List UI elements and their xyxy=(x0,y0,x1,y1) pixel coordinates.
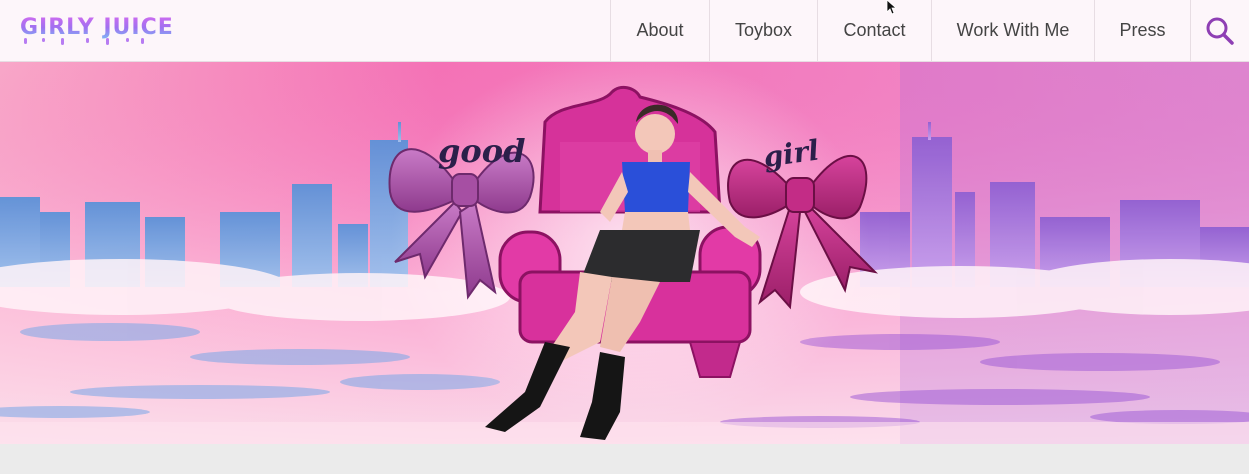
search-icon xyxy=(1206,17,1234,45)
page-background-strip xyxy=(0,444,1249,474)
bow-left-text: good xyxy=(438,132,525,170)
logo-drip-decoration xyxy=(24,38,144,45)
nav-work-with-me[interactable]: Work With Me xyxy=(931,0,1094,61)
nav-about[interactable]: About xyxy=(610,0,709,61)
main-nav: About Toybox Contact Work With Me Press xyxy=(610,0,1249,61)
nav-toybox[interactable]: Toybox xyxy=(709,0,817,61)
mouse-cursor-icon xyxy=(886,0,898,15)
site-logo[interactable]: GIRLY JUICE xyxy=(20,15,174,40)
hero-image: good girl xyxy=(0,62,1249,444)
site-header: GIRLY JUICE About Toybox Contact Work Wi… xyxy=(0,0,1249,62)
search-button[interactable] xyxy=(1190,0,1249,61)
nav-contact[interactable]: Contact xyxy=(817,0,931,61)
hero-banner: good girl xyxy=(0,62,1249,444)
nav-press[interactable]: Press xyxy=(1094,0,1190,61)
